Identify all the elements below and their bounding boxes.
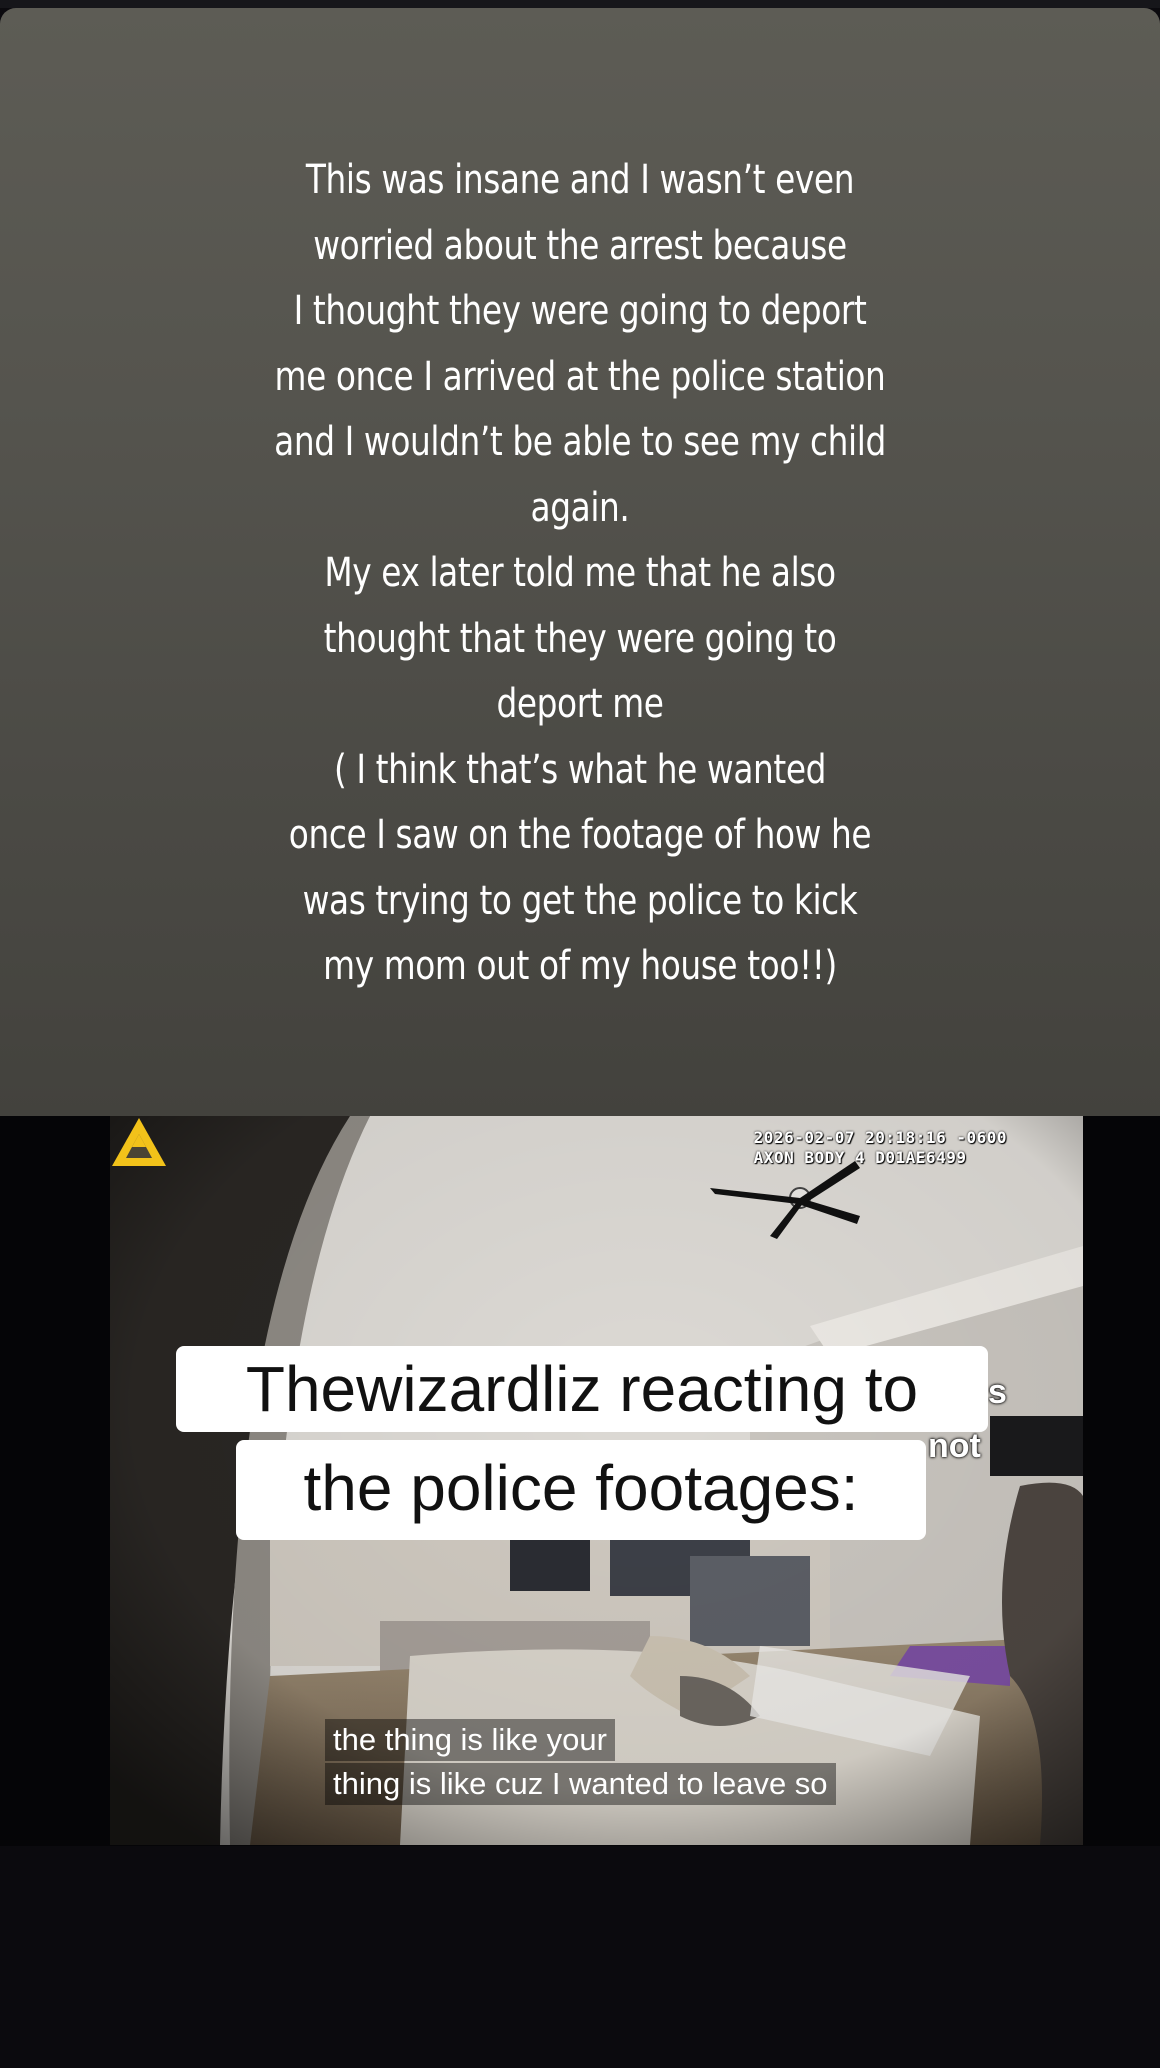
- screen: This was insane and I wasn’t even worrie…: [0, 0, 1160, 2068]
- story-text: This was insane and I wasn’t even worrie…: [274, 157, 886, 989]
- overlay-caption-line-1: Thewizardliz reacting to: [176, 1346, 988, 1432]
- device-id-text: AXON BODY 4 D01AE6499: [753, 1148, 967, 1167]
- top-status-strip: [0, 0, 1160, 8]
- partial-caption-text: not: [928, 1427, 981, 1465]
- bottom-black-area: [0, 1846, 1160, 2068]
- overlay-caption-line-2: the police footages:: [236, 1440, 926, 1540]
- video-subtitle-line-1: the thing is like your: [325, 1719, 615, 1761]
- axon-triangle-icon: [112, 1118, 166, 1166]
- story-text-card: This was insane and I wasn’t even worrie…: [0, 8, 1160, 1116]
- bodycam-timestamp: 2026-02-07 20:18:16 -0600 AXON BODY 4 D0…: [754, 1128, 1007, 1168]
- video-subtitle-line-2: thing is like cuz I wanted to leave so: [325, 1763, 836, 1805]
- timestamp-text: 2026-02-07 20:18:16 -0600: [753, 1128, 1007, 1147]
- partial-caption-text: s: [988, 1373, 1007, 1411]
